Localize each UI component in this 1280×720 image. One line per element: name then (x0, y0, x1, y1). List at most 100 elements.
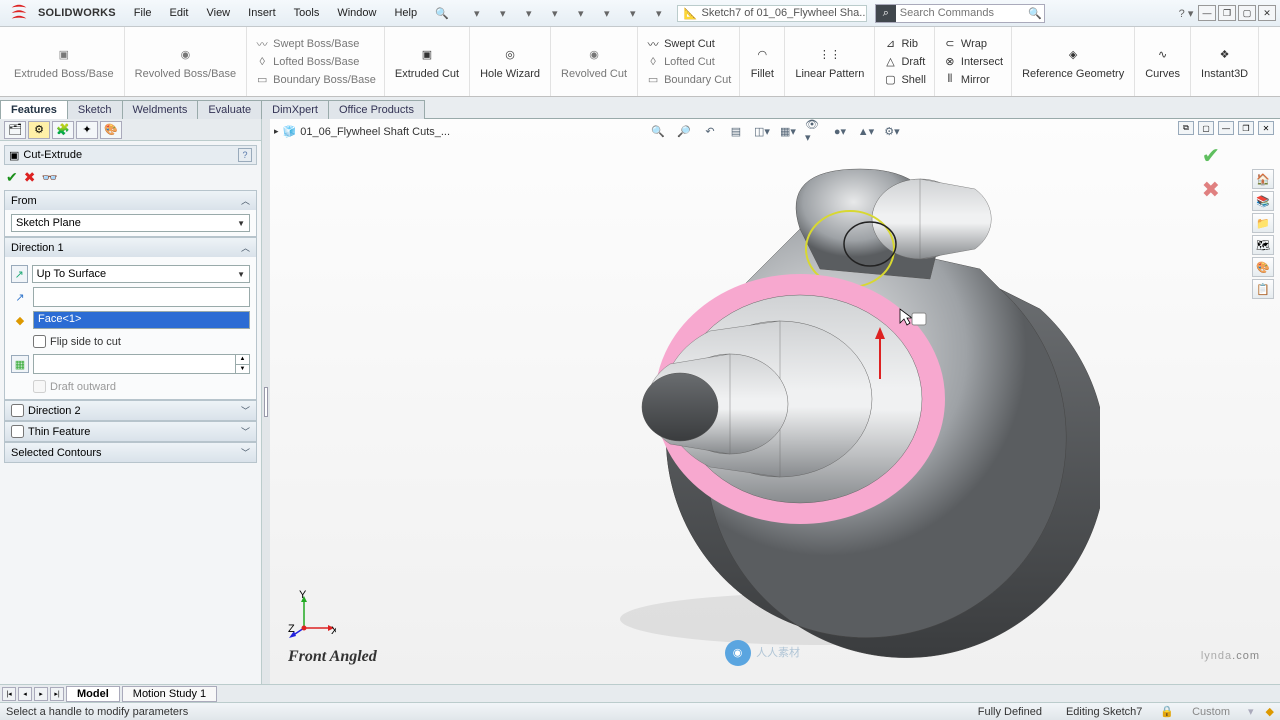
lofted-boss-button[interactable]: ◊Lofted Boss/Base (253, 54, 378, 70)
rib-button[interactable]: ⊿Rib (881, 36, 927, 52)
tab-prev-icon[interactable]: ◂ (18, 687, 32, 701)
direction-vector-icon[interactable]: ↗ (11, 288, 29, 306)
instant3d-button[interactable]: ❖Instant3D (1197, 41, 1252, 82)
open-doc-icon[interactable]: ▾ (493, 3, 513, 23)
custom-props-tab-icon[interactable]: 📋 (1252, 279, 1274, 299)
appearance-icon[interactable]: ●▾ (831, 122, 849, 140)
single-view-icon[interactable]: ▢ (1198, 121, 1214, 135)
end-condition-dropdown[interactable]: Up To Surface▼ (32, 265, 250, 283)
confirm-cancel-icon[interactable]: ✖ (1202, 177, 1220, 203)
tab-next-icon[interactable]: ▸ (34, 687, 48, 701)
search-input[interactable] (896, 7, 1026, 19)
lofted-cut-button[interactable]: ◊Lofted Cut (644, 54, 733, 70)
view-palette-tab-icon[interactable]: 🗺 (1252, 235, 1274, 255)
flyout-tree[interactable]: ▸ 🧊 01_06_Flywheel Shaft Cuts_... (274, 125, 450, 138)
face-selection-icon[interactable]: ◆ (11, 311, 29, 329)
display-manager-tab[interactable]: 🎨 (100, 121, 122, 139)
status-rebuild-icon[interactable]: ◆ (1266, 705, 1274, 718)
from-dropdown[interactable]: Sketch Plane▼ (11, 214, 250, 232)
design-library-tab-icon[interactable]: 📚 (1252, 191, 1274, 211)
feature-manager-tab[interactable]: 🗂 (4, 121, 26, 139)
revolved-cut-button[interactable]: ◉Revolved Cut (557, 41, 631, 82)
extruded-boss-button[interactable]: ▣Extruded Boss/Base (10, 41, 118, 82)
selected-contours-header[interactable]: Selected Contours﹀ (5, 443, 256, 462)
new-doc-icon[interactable]: ▾ (467, 3, 487, 23)
fillet-button[interactable]: ◠Fillet (746, 41, 778, 82)
close-view-icon[interactable]: ✕ (1258, 121, 1274, 135)
from-header[interactable]: From︿ (5, 191, 256, 210)
resources-tab-icon[interactable]: 🏠 (1252, 169, 1274, 189)
hide-show-icon[interactable]: 👁▾ (805, 122, 823, 140)
curves-button[interactable]: ∿Curves (1141, 41, 1184, 82)
help-dropdown-icon[interactable]: ? ▾ (1176, 3, 1196, 23)
tab-evaluate[interactable]: Evaluate (197, 100, 262, 119)
face-selection-field[interactable]: Face<1> (33, 311, 250, 329)
view-triad[interactable]: Y X Z (286, 590, 336, 640)
tab-weldments[interactable]: Weldments (122, 100, 199, 119)
flip-side-checkbox-row[interactable]: Flip side to cut (11, 333, 250, 350)
display-style-icon[interactable]: ▦▾ (779, 122, 797, 140)
shell-button[interactable]: ▢Shell (881, 72, 927, 88)
draft-angle-field[interactable]: ▲▼ (33, 354, 250, 374)
close-button[interactable]: ✕ (1258, 5, 1276, 21)
spin-up-icon[interactable]: ▲ (235, 355, 249, 364)
direction-vector-field[interactable] (33, 287, 250, 307)
search-commands[interactable]: ⌕ 🔍 (875, 4, 1045, 23)
view-orientation-icon[interactable]: ◫▾ (753, 122, 771, 140)
reference-geometry-button[interactable]: ◈Reference Geometry (1018, 41, 1128, 82)
menu-tools[interactable]: Tools (286, 3, 328, 24)
reverse-direction-icon[interactable]: ↗ (11, 265, 28, 283)
menu-insert[interactable]: Insert (240, 3, 284, 24)
cancel-button[interactable]: ✖ (24, 169, 36, 186)
intersect-button[interactable]: ⊗Intersect (941, 54, 1005, 70)
linear-pattern-button[interactable]: ⋮⋮Linear Pattern (791, 41, 868, 82)
prev-view-icon[interactable]: ↶ (701, 122, 719, 140)
flip-side-checkbox[interactable] (33, 335, 46, 348)
spin-down-icon[interactable]: ▼ (235, 364, 249, 374)
context-tab[interactable]: 📐Sketch7 of 01_06_Flywheel Sha... (677, 5, 867, 22)
panel-splitter[interactable] (262, 119, 270, 684)
tab-office-products[interactable]: Office Products (328, 100, 425, 119)
zoom-fit-icon[interactable]: 🔍 (649, 122, 667, 140)
restore-button[interactable]: ❐ (1218, 5, 1236, 21)
mirror-button[interactable]: ⦀Mirror (941, 72, 1005, 88)
tab-features[interactable]: Features (0, 100, 68, 119)
zoom-area-icon[interactable]: 🔎 (675, 122, 693, 140)
select-icon[interactable]: ▾ (597, 3, 617, 23)
menu-edit[interactable]: Edit (162, 3, 197, 24)
tab-last-icon[interactable]: ▸| (50, 687, 64, 701)
draft-icon[interactable]: ▦ (11, 355, 29, 373)
section-view-icon[interactable]: ▤ (727, 122, 745, 140)
menu-view[interactable]: View (198, 3, 238, 24)
revolved-boss-button[interactable]: ◉Revolved Boss/Base (131, 41, 241, 82)
help-icon[interactable]: ? (238, 148, 252, 162)
tab-sketch[interactable]: Sketch (67, 100, 123, 119)
file-explorer-tab-icon[interactable]: 📁 (1252, 213, 1274, 233)
save-icon[interactable]: ▾ (519, 3, 539, 23)
detailed-preview-button[interactable]: 👓 (41, 170, 57, 186)
expand-tree-icon[interactable]: ▸ (274, 126, 279, 137)
thin-feature-checkbox[interactable] (11, 425, 24, 438)
rebuild-icon[interactable]: ▾ (623, 3, 643, 23)
menu-window[interactable]: Window (329, 3, 384, 24)
print-icon[interactable]: ▾ (545, 3, 565, 23)
wrap-button[interactable]: ⊂Wrap (941, 36, 1005, 52)
config-manager-tab[interactable]: 🧩 (52, 121, 74, 139)
model-tab[interactable]: Model (66, 686, 120, 702)
boundary-cut-button[interactable]: ▭Boundary Cut (644, 72, 733, 88)
direction1-header[interactable]: Direction 1︿ (5, 238, 256, 257)
swept-cut-button[interactable]: 〰Swept Cut (644, 36, 733, 52)
boundary-boss-button[interactable]: ▭Boundary Boss/Base (253, 72, 378, 88)
minimize-button[interactable]: — (1198, 5, 1216, 21)
tab-dimxpert[interactable]: DimXpert (261, 100, 329, 119)
motion-study-tab[interactable]: Motion Study 1 (122, 686, 217, 702)
dimxpert-manager-tab[interactable]: ✦ (76, 121, 98, 139)
menu-help[interactable]: Help (386, 3, 425, 24)
ok-button[interactable]: ✔ (6, 169, 18, 186)
swept-boss-button[interactable]: 〰Swept Boss/Base (253, 36, 378, 52)
hole-wizard-button[interactable]: ◎Hole Wizard (476, 41, 544, 82)
status-lock-icon[interactable]: 🔒 (1160, 705, 1174, 718)
min-view-icon[interactable]: — (1218, 121, 1234, 135)
appearances-tab-icon[interactable]: 🎨 (1252, 257, 1274, 277)
thin-feature-header[interactable]: Thin Feature﹀ (5, 422, 256, 441)
